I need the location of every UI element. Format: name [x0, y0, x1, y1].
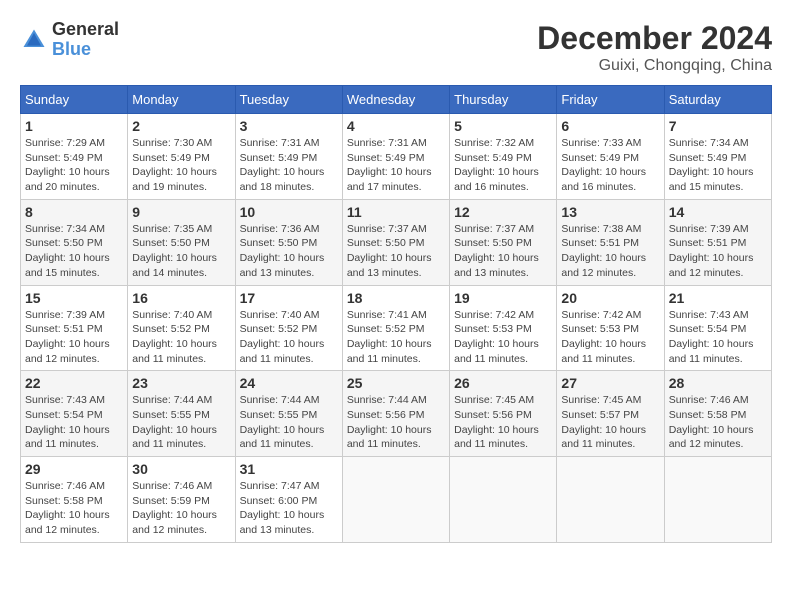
- table-row: 6Sunrise: 7:33 AM Sunset: 5:49 PM Daylig…: [557, 114, 664, 200]
- table-row: 18Sunrise: 7:41 AM Sunset: 5:52 PM Dayli…: [342, 285, 449, 371]
- logo-line2: Blue: [52, 40, 119, 60]
- logo-text: General Blue: [52, 20, 119, 60]
- table-row: 10Sunrise: 7:36 AM Sunset: 5:50 PM Dayli…: [235, 199, 342, 285]
- logo: General Blue: [20, 20, 119, 60]
- table-row: 24Sunrise: 7:44 AM Sunset: 5:55 PM Dayli…: [235, 371, 342, 457]
- title-section: December 2024 Guixi, Chongqing, China: [537, 20, 772, 75]
- table-row: 7Sunrise: 7:34 AM Sunset: 5:49 PM Daylig…: [664, 114, 771, 200]
- table-row: [664, 457, 771, 543]
- col-tuesday: Tuesday: [235, 86, 342, 114]
- col-friday: Friday: [557, 86, 664, 114]
- table-row: 5Sunrise: 7:32 AM Sunset: 5:49 PM Daylig…: [450, 114, 557, 200]
- logo-icon: [20, 26, 48, 54]
- calendar-week-4: 22Sunrise: 7:43 AM Sunset: 5:54 PM Dayli…: [21, 371, 772, 457]
- table-row: 17Sunrise: 7:40 AM Sunset: 5:52 PM Dayli…: [235, 285, 342, 371]
- table-row: 26Sunrise: 7:45 AM Sunset: 5:56 PM Dayli…: [450, 371, 557, 457]
- page-header: General Blue December 2024 Guixi, Chongq…: [20, 20, 772, 75]
- table-row: 21Sunrise: 7:43 AM Sunset: 5:54 PM Dayli…: [664, 285, 771, 371]
- calendar-week-2: 8Sunrise: 7:34 AM Sunset: 5:50 PM Daylig…: [21, 199, 772, 285]
- table-row: 20Sunrise: 7:42 AM Sunset: 5:53 PM Dayli…: [557, 285, 664, 371]
- table-row: 9Sunrise: 7:35 AM Sunset: 5:50 PM Daylig…: [128, 199, 235, 285]
- col-wednesday: Wednesday: [342, 86, 449, 114]
- table-row: 12Sunrise: 7:37 AM Sunset: 5:50 PM Dayli…: [450, 199, 557, 285]
- table-row: 23Sunrise: 7:44 AM Sunset: 5:55 PM Dayli…: [128, 371, 235, 457]
- table-row: 30Sunrise: 7:46 AM Sunset: 5:59 PM Dayli…: [128, 457, 235, 543]
- table-row: 13Sunrise: 7:38 AM Sunset: 5:51 PM Dayli…: [557, 199, 664, 285]
- calendar-title: December 2024: [537, 20, 772, 57]
- table-row: [557, 457, 664, 543]
- table-row: 15Sunrise: 7:39 AM Sunset: 5:51 PM Dayli…: [21, 285, 128, 371]
- table-row: 4Sunrise: 7:31 AM Sunset: 5:49 PM Daylig…: [342, 114, 449, 200]
- table-row: 1Sunrise: 7:29 AM Sunset: 5:49 PM Daylig…: [21, 114, 128, 200]
- table-row: 11Sunrise: 7:37 AM Sunset: 5:50 PM Dayli…: [342, 199, 449, 285]
- calendar-week-5: 29Sunrise: 7:46 AM Sunset: 5:58 PM Dayli…: [21, 457, 772, 543]
- col-saturday: Saturday: [664, 86, 771, 114]
- table-row: 2Sunrise: 7:30 AM Sunset: 5:49 PM Daylig…: [128, 114, 235, 200]
- table-row: 8Sunrise: 7:34 AM Sunset: 5:50 PM Daylig…: [21, 199, 128, 285]
- table-row: 27Sunrise: 7:45 AM Sunset: 5:57 PM Dayli…: [557, 371, 664, 457]
- table-row: 29Sunrise: 7:46 AM Sunset: 5:58 PM Dayli…: [21, 457, 128, 543]
- table-row: 3Sunrise: 7:31 AM Sunset: 5:49 PM Daylig…: [235, 114, 342, 200]
- col-monday: Monday: [128, 86, 235, 114]
- table-row: 22Sunrise: 7:43 AM Sunset: 5:54 PM Dayli…: [21, 371, 128, 457]
- calendar-header-row: Sunday Monday Tuesday Wednesday Thursday…: [21, 86, 772, 114]
- table-row: 28Sunrise: 7:46 AM Sunset: 5:58 PM Dayli…: [664, 371, 771, 457]
- table-row: 14Sunrise: 7:39 AM Sunset: 5:51 PM Dayli…: [664, 199, 771, 285]
- calendar-week-1: 1Sunrise: 7:29 AM Sunset: 5:49 PM Daylig…: [21, 114, 772, 200]
- table-row: [342, 457, 449, 543]
- calendar-week-3: 15Sunrise: 7:39 AM Sunset: 5:51 PM Dayli…: [21, 285, 772, 371]
- logo-line1: General: [52, 20, 119, 40]
- table-row: 31Sunrise: 7:47 AM Sunset: 6:00 PM Dayli…: [235, 457, 342, 543]
- calendar-table: Sunday Monday Tuesday Wednesday Thursday…: [20, 85, 772, 543]
- table-row: 16Sunrise: 7:40 AM Sunset: 5:52 PM Dayli…: [128, 285, 235, 371]
- calendar-subtitle: Guixi, Chongqing, China: [537, 57, 772, 75]
- table-row: 25Sunrise: 7:44 AM Sunset: 5:56 PM Dayli…: [342, 371, 449, 457]
- table-row: 19Sunrise: 7:42 AM Sunset: 5:53 PM Dayli…: [450, 285, 557, 371]
- table-row: [450, 457, 557, 543]
- col-thursday: Thursday: [450, 86, 557, 114]
- col-sunday: Sunday: [21, 86, 128, 114]
